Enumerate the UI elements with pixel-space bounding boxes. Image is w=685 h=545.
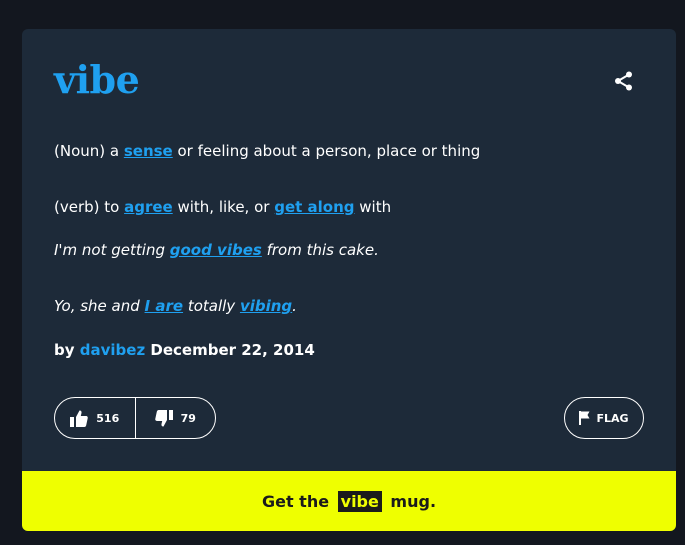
- definition-text: (Noun) a: [54, 142, 124, 160]
- flag-button[interactable]: FLAG: [564, 397, 644, 439]
- byline-date: December 22, 2014: [145, 341, 315, 359]
- byline: by davibez December 22, 2014: [54, 341, 315, 359]
- definition-text: (verb) to: [54, 198, 125, 216]
- thumbs-down-icon: [154, 409, 173, 426]
- link-sense[interactable]: sense: [124, 142, 173, 160]
- byline-by: by: [54, 341, 80, 359]
- link-agree[interactable]: agree: [124, 198, 173, 216]
- upvote-button[interactable]: 516: [55, 398, 135, 438]
- example-text: totally: [183, 297, 240, 315]
- definition-card: vibe (Noun) a sense or feeling about a p…: [22, 29, 676, 531]
- mug-banner-suffix: mug.: [384, 491, 437, 511]
- definition-text: with, like, or: [172, 198, 275, 216]
- link-good-vibes[interactable]: good vibes: [170, 241, 262, 259]
- author-link[interactable]: davibez: [80, 341, 145, 359]
- link-vibing[interactable]: vibing: [240, 297, 292, 315]
- definition-text: or feeling about a person, place or thin…: [172, 142, 481, 160]
- downvote-count: 79: [180, 411, 196, 425]
- flag-label: FLAG: [596, 411, 629, 425]
- definition-verb: (verb) to agree with, like, or get along…: [54, 198, 391, 216]
- example-text: from this cake.: [261, 241, 379, 259]
- vote-group: 516 79: [54, 397, 216, 439]
- example-text: .: [292, 297, 297, 315]
- example-text: Yo, she and: [54, 297, 145, 315]
- share-button[interactable]: [612, 69, 636, 93]
- downvote-button[interactable]: 79: [134, 398, 216, 438]
- example-1: I'm not getting good vibes from this cak…: [54, 241, 379, 259]
- definition-noun: (Noun) a sense or feeling about a person…: [54, 142, 480, 160]
- flag-icon: [579, 411, 590, 425]
- word-title[interactable]: vibe: [54, 57, 140, 102]
- upvote-count: 516: [96, 411, 120, 425]
- example-text: I'm not getting: [54, 241, 170, 259]
- link-i-are[interactable]: I are: [145, 297, 184, 315]
- mug-banner-prefix: Get the: [261, 491, 335, 511]
- mug-banner[interactable]: Get the vibe mug.: [22, 471, 676, 531]
- link-get-along[interactable]: get along: [274, 198, 354, 216]
- definition-text: with: [354, 198, 392, 216]
- mug-banner-word: vibe: [337, 490, 382, 512]
- share-icon: [615, 71, 632, 91]
- example-2: Yo, she and I are totally vibing.: [54, 297, 297, 315]
- thumbs-up-icon: [70, 410, 89, 427]
